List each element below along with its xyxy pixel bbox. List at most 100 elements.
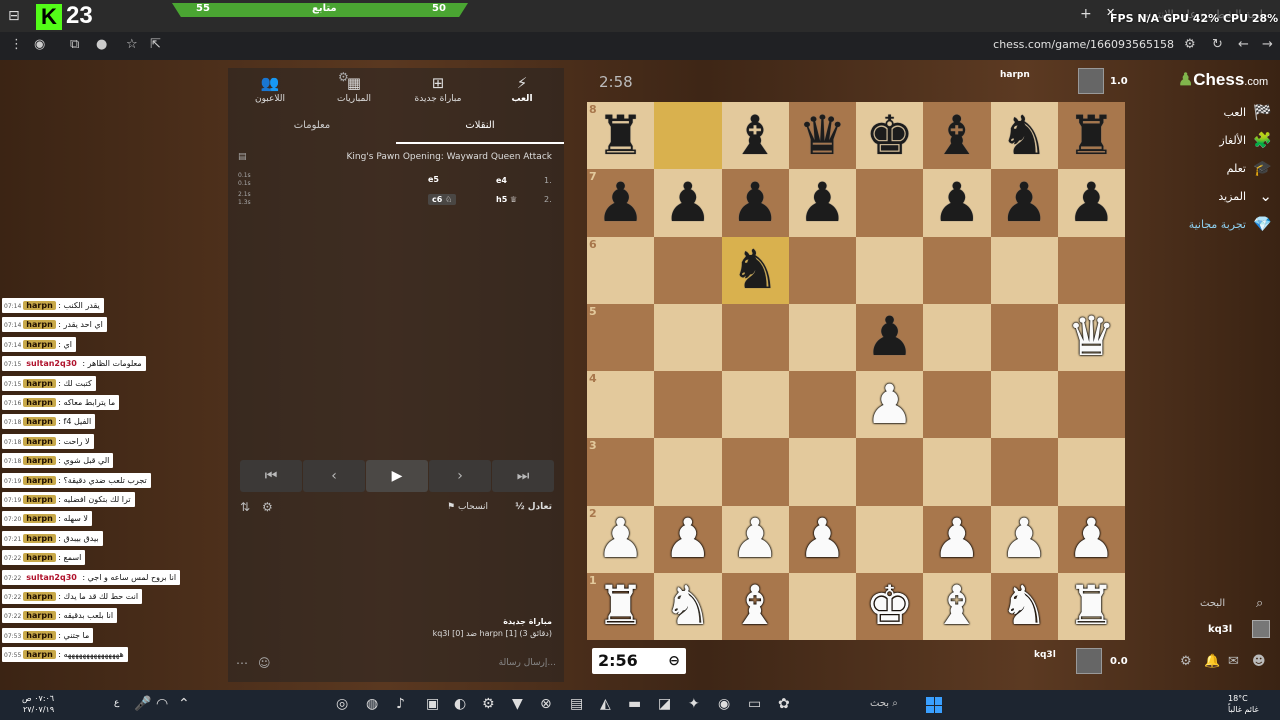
- square-c8[interactable]: ♝: [721, 102, 789, 170]
- square-f1[interactable]: ♝: [923, 572, 991, 640]
- nav-learn[interactable]: تعلم 🎓: [1180, 156, 1276, 184]
- window-icon[interactable]: ▭: [748, 696, 761, 712]
- start-button[interactable]: [926, 697, 942, 713]
- chess-board[interactable]: ♜ 8 ♝ ♛ ♚ ♝ ♞ ♜ ♟ 7 ♟ ♟ ♟ ♟ ♟ ♟ 6 ♞ 5 ♟ ♛ 4 ♟ 3 ♟ 2 ♟ ♟ ♟ ♟ ♟ ♟ ♜ 1 ♞ ♝ ♚ ♝ ♞ ♜: [587, 102, 1125, 640]
- square-e5[interactable]: ♟: [856, 303, 924, 371]
- nav-puzzles[interactable]: الألغاز 🧩: [1180, 128, 1276, 156]
- square-b4[interactable]: [654, 371, 722, 439]
- flip-board-icon[interactable]: ⇅: [240, 500, 250, 514]
- square-e1[interactable]: ♚: [856, 572, 924, 640]
- wifi-icon[interactable]: ◠: [156, 696, 168, 712]
- chat-username[interactable]: harpn: [23, 630, 56, 640]
- square-a6[interactable]: 6: [587, 236, 655, 304]
- white-king[interactable]: ♚: [865, 579, 913, 633]
- black-pawn[interactable]: ♟: [1000, 175, 1048, 230]
- chat-username[interactable]: harpn: [23, 533, 56, 543]
- clock[interactable]: ٠٧:٠٦ ص ٢٧/٠٧/١٩: [22, 693, 54, 715]
- square-h5[interactable]: ♛: [1057, 303, 1125, 371]
- chat-username[interactable]: harpn: [23, 456, 56, 466]
- square-a8[interactable]: ♜ 8: [587, 102, 655, 170]
- taskbar-search[interactable]: بحث ⌕: [870, 698, 898, 709]
- back-icon[interactable]: ←: [1238, 37, 1249, 52]
- white-pawn[interactable]: ♟: [1067, 512, 1115, 566]
- square-e4[interactable]: ♟: [856, 371, 924, 439]
- square-c5[interactable]: [721, 303, 789, 371]
- nav-more[interactable]: المزيد ⌄: [1180, 184, 1276, 212]
- square-g2[interactable]: ♟: [990, 505, 1058, 573]
- square-e6[interactable]: [856, 236, 924, 304]
- black-pawn[interactable]: ♟: [1067, 175, 1115, 230]
- square-d1[interactable]: [788, 572, 856, 640]
- black-pawn[interactable]: ♟: [664, 175, 712, 230]
- nav-free-trial[interactable]: تجربة مجانية 💎: [1180, 212, 1276, 240]
- white-queen[interactable]: ♛: [1067, 310, 1115, 364]
- xbox-icon[interactable]: ⊗: [540, 696, 552, 712]
- black-queen[interactable]: ♛: [798, 108, 846, 163]
- play-button[interactable]: ▶: [366, 460, 428, 492]
- white-pawn[interactable]: ♟: [731, 512, 779, 566]
- panel-settings-icon[interactable]: ⚙: [338, 70, 349, 84]
- square-f5[interactable]: [923, 303, 991, 371]
- chat-username[interactable]: harpn: [23, 553, 56, 563]
- white-pawn[interactable]: ♟: [798, 512, 846, 566]
- white-rook[interactable]: ♜: [1067, 579, 1115, 633]
- chat-username[interactable]: harpn: [23, 301, 56, 310]
- square-f6[interactable]: [923, 236, 991, 304]
- first-move-button[interactable]: ⏮: [240, 460, 302, 492]
- player-name[interactable]: kq3l: [1034, 650, 1056, 660]
- discord-icon[interactable]: ◉: [718, 696, 730, 712]
- tab-players[interactable]: 👥 اللاعبون: [228, 74, 312, 104]
- active-tab[interactable]: ✕ لعبة الشطرنج على الإنترنت FPS N/A GPU …: [1098, 4, 1280, 30]
- epic-icon[interactable]: ▤: [570, 696, 583, 712]
- chat-username[interactable]: harpn: [23, 611, 56, 621]
- white-knight[interactable]: ♞: [664, 579, 712, 633]
- square-d4[interactable]: [788, 371, 856, 439]
- more-icon[interactable]: ⋯: [236, 656, 248, 670]
- square-g4[interactable]: [990, 371, 1058, 439]
- app2-icon[interactable]: ✦: [688, 696, 700, 712]
- square-g7[interactable]: ♟: [990, 169, 1058, 237]
- emoji-icon[interactable]: ☺: [258, 656, 271, 670]
- square-e8[interactable]: ♚: [856, 102, 924, 170]
- settings-footer-icon[interactable]: ⚙: [1180, 654, 1192, 669]
- square-a1[interactable]: ♜ 1: [587, 572, 655, 640]
- tray-chevron-icon[interactable]: ⌃: [178, 696, 190, 712]
- square-d5[interactable]: [788, 303, 856, 371]
- square-a3[interactable]: 3: [587, 438, 655, 506]
- square-e3[interactable]: [856, 438, 924, 506]
- black-pawn[interactable]: ♟: [731, 175, 779, 230]
- forward-icon[interactable]: →: [1262, 37, 1273, 52]
- book-icon[interactable]: ▤: [238, 152, 247, 162]
- square-h2[interactable]: ♟: [1057, 505, 1125, 573]
- black-king[interactable]: ♚: [865, 108, 913, 163]
- white-move[interactable]: e4: [496, 176, 507, 185]
- app-icon[interactable]: ◭: [600, 696, 611, 712]
- square-h4[interactable]: [1057, 371, 1125, 439]
- store-icon[interactable]: ▣: [426, 696, 439, 712]
- square-b2[interactable]: ♟: [654, 505, 722, 573]
- black-rook[interactable]: ♜: [1067, 108, 1115, 163]
- white-pawn[interactable]: ♟: [596, 512, 644, 566]
- tab-new-game[interactable]: ⊞ مباراة جديدة: [396, 74, 480, 104]
- black-move[interactable]: e5: [428, 175, 439, 184]
- chat-username[interactable]: harpn: [23, 378, 56, 388]
- chat-username[interactable]: sultan2q30: [23, 572, 80, 582]
- square-h8[interactable]: ♜: [1057, 102, 1125, 170]
- square-b8[interactable]: [654, 102, 722, 170]
- black-knight[interactable]: ♞: [731, 243, 779, 297]
- opponent-avatar[interactable]: [1078, 68, 1104, 94]
- new-game-title[interactable]: مباراة جديدة: [503, 617, 552, 626]
- square-h1[interactable]: ♜: [1057, 572, 1125, 640]
- chat-username[interactable]: harpn: [23, 398, 56, 407]
- bookmark-star-icon[interactable]: ☆: [126, 37, 138, 52]
- tab-play[interactable]: ⚡ العب: [480, 74, 564, 104]
- square-g5[interactable]: [990, 303, 1058, 371]
- square-b6[interactable]: [654, 236, 722, 304]
- square-f7[interactable]: ♟: [923, 169, 991, 237]
- white-pawn[interactable]: ♟: [933, 512, 981, 566]
- black-rook[interactable]: ♜: [596, 108, 644, 163]
- square-g3[interactable]: [990, 438, 1058, 506]
- nav-play[interactable]: العب 🏁: [1180, 100, 1276, 128]
- account-link[interactable]: kq3l: [1208, 620, 1270, 638]
- last-move-button[interactable]: ⏭: [492, 460, 554, 492]
